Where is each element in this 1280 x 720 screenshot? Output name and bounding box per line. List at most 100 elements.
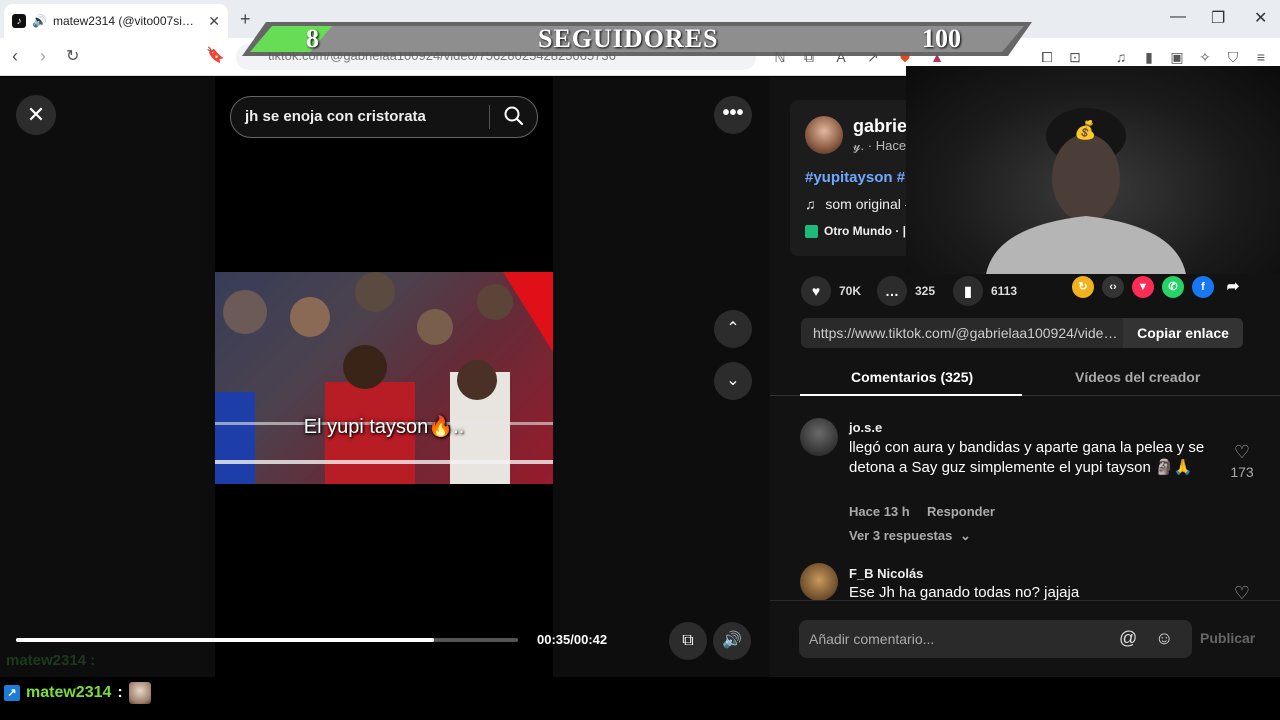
screenshot-icon[interactable]: ⊡ — [1066, 48, 1084, 66]
comment-item: F_B Nicolás Ese Jh ha ganado todas no? j… — [800, 563, 1260, 601]
link-box: https://www.tiktok.com/@gabrielaa100924/… — [801, 318, 1243, 348]
active-tab-indicator — [800, 394, 1022, 396]
tiktok-favicon-icon: ♪ — [12, 14, 26, 28]
video-progress-bar[interactable] — [16, 638, 518, 642]
tab-comments[interactable]: Comentarios (325) — [851, 369, 973, 385]
next-video-button[interactable]: ⌄ — [714, 362, 752, 400]
more-options-button[interactable]: ••• — [714, 96, 752, 134]
reload-icon[interactable]: ↻ — [66, 46, 79, 66]
comment-like-icon[interactable]: ♡ — [1220, 583, 1260, 601]
author-name[interactable]: gabrie — [853, 116, 907, 137]
chat-emote — [128, 682, 151, 704]
send-icon[interactable]: ▼ — [1132, 276, 1154, 298]
close-video-button[interactable]: ✕ — [16, 95, 56, 135]
post-location[interactable]: Otro Mundo · | — [805, 224, 907, 239]
svg-text:💰: 💰 — [1074, 119, 1096, 141]
author-avatar[interactable] — [805, 116, 843, 154]
heart-icon[interactable]: ♥ — [801, 276, 831, 306]
tab-title: matew2314 (@vito007simpat — [52, 14, 203, 28]
location-name: Otro Mundo · | — [824, 224, 907, 238]
comment-text: llegó con aura y bandidas y aparte gana … — [849, 439, 1205, 476]
emoji-icon[interactable]: ☺ — [1155, 628, 1173, 649]
comment-input[interactable]: Añadir comentario... @ ☺ — [799, 620, 1192, 658]
speaker-icon[interactable]: 🔊 — [32, 14, 47, 28]
comment-placeholder: Añadir comentario... — [809, 631, 935, 647]
copy-link-button[interactable]: Copiar enlace — [1123, 318, 1243, 348]
minimize-icon[interactable]: — — [1170, 8, 1186, 26]
commenter-name[interactable]: jo.s.e — [849, 420, 882, 435]
window-close-icon[interactable]: ✕ — [1254, 8, 1267, 28]
forward-icon[interactable]: › — [40, 46, 46, 67]
share-icon[interactable]: ➦ — [1222, 276, 1244, 298]
back-icon[interactable]: ‹ — [12, 46, 18, 67]
browser-tab[interactable]: ♪ 🔊 matew2314 (@vito007simpat ✕ — [4, 4, 228, 38]
location-icon — [805, 225, 818, 239]
author-subtitle: 𝓎. · Hace — [853, 138, 907, 153]
video-progress-fill — [16, 638, 435, 642]
search-box[interactable]: jh se enoja con cristorata — [230, 96, 538, 138]
post-music[interactable]: ♫ som original - — [805, 196, 907, 212]
like-stat[interactable]: ♥ 70K — [801, 276, 861, 306]
leo-icon[interactable]: ✧ — [1196, 48, 1214, 66]
extensions-icon[interactable]: ⧠ — [1038, 48, 1056, 66]
video-scene — [215, 272, 553, 484]
mention-icon[interactable]: @ — [1119, 628, 1137, 649]
sidebar-icon[interactable]: ▮ — [1140, 48, 1158, 66]
repost-icon[interactable]: ↻ — [1072, 276, 1094, 298]
comment-like-icon[interactable]: ♡ — [1220, 442, 1264, 463]
publish-button[interactable]: Publicar — [1200, 630, 1255, 646]
chevron-down-icon: ⌄ — [959, 528, 971, 543]
chat-colon: : — [117, 684, 123, 701]
commenter-avatar[interactable] — [800, 418, 838, 456]
previous-video-button[interactable]: ⌃ — [714, 310, 752, 348]
reply-link[interactable]: Responder — [927, 504, 995, 519]
embed-icon[interactable]: ‹› — [1102, 276, 1124, 298]
webcam-person: 💰 — [986, 108, 1186, 274]
chat-username: matew2314 — [26, 684, 112, 701]
media-icon[interactable]: ♫ — [1112, 48, 1130, 66]
save-icon[interactable]: ▮ — [953, 276, 983, 306]
panel-tabs: Comentarios (325) Vídeos del creador — [770, 360, 1280, 396]
vpn-icon[interactable]: ⛉ — [1224, 48, 1242, 66]
post-hashtags[interactable]: #yupitayson # — [805, 169, 907, 186]
commenter-avatar[interactable] — [800, 563, 838, 601]
picture-in-picture-button[interactable]: ⧉ — [669, 622, 707, 660]
music-note-icon: ♫ — [805, 196, 816, 212]
comment-count: 325 — [915, 284, 936, 298]
whatsapp-icon[interactable]: ✆ — [1162, 276, 1184, 298]
wallet-icon[interactable]: ▣ — [1168, 48, 1186, 66]
volume-button[interactable]: 🔊 — [713, 622, 751, 660]
comment-item: jo.s.e llegó con aura y bandidas y apart… — [800, 418, 1260, 548]
menu-icon[interactable]: ≡ — [1252, 48, 1270, 66]
comment-text: Ese Jh ha ganado todas no? jajaja — [849, 584, 1080, 601]
like-count: 70K — [839, 284, 862, 298]
save-count: 6113 — [991, 284, 1018, 298]
comment-time: Hace 13 h — [849, 504, 910, 519]
video-caption: El yupi tayson🔥.. — [303, 416, 465, 438]
followers-goal-overlay: 8 SEGUIDORES 100 — [236, 20, 1032, 58]
facebook-icon[interactable]: f — [1192, 276, 1214, 298]
comment-icon[interactable]: … — [877, 276, 907, 306]
save-stat[interactable]: ▮ 6113 — [953, 276, 1017, 306]
bookmark-icon[interactable]: 🔖 — [206, 46, 225, 64]
video-time: 00:35/00:42 — [537, 632, 608, 647]
chat-message: ↗ matew2314 : — [4, 680, 151, 706]
search-icon[interactable] — [503, 105, 525, 127]
chat-ghost-line: matew2314 : — [6, 652, 96, 669]
post-link[interactable]: https://www.tiktok.com/@gabrielaa100924/… — [813, 325, 1121, 341]
view-replies-link[interactable]: Ver 3 respuestas ⌄ — [849, 528, 971, 544]
tab-creator-videos[interactable]: Vídeos del creador — [1075, 369, 1200, 385]
webcam-overlay: 💰 — [906, 66, 1280, 274]
platform-badge-icon: ↗ — [4, 685, 20, 701]
search-input[interactable]: jh se enoja con cristorata — [245, 108, 426, 125]
search-divider — [489, 105, 490, 129]
followers-goal: 100 — [922, 24, 961, 53]
comment-like-count: 173 — [1230, 464, 1254, 480]
music-title: som original - — [825, 196, 907, 212]
restore-icon[interactable]: ❐ — [1211, 8, 1225, 28]
comment-stat[interactable]: … 325 — [877, 276, 935, 306]
commenter-name[interactable]: F_B Nicolás — [849, 566, 923, 581]
tab-close-icon[interactable]: ✕ — [208, 13, 220, 30]
video-frame[interactable]: El yupi tayson🔥.. — [215, 272, 553, 484]
followers-current: 8 — [306, 24, 319, 53]
